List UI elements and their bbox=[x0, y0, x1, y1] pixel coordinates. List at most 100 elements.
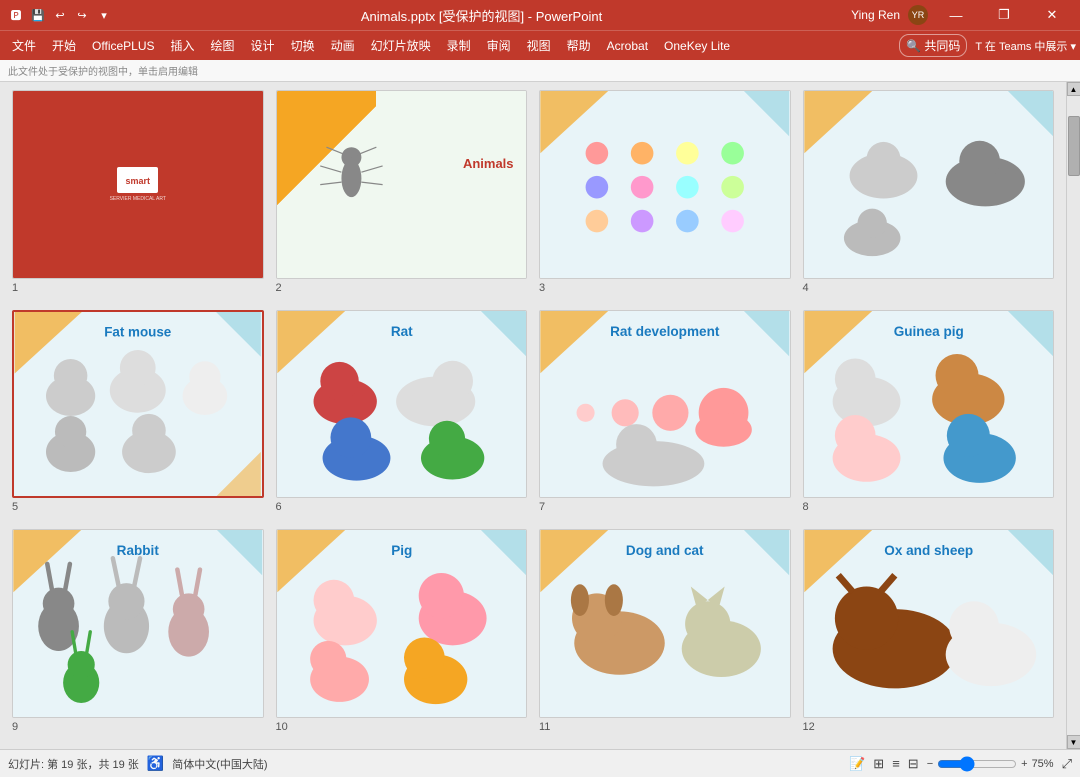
menu-file[interactable]: 文件 bbox=[4, 33, 44, 58]
menu-acrobat[interactable]: Acrobat bbox=[599, 35, 656, 57]
slide-thumb-11[interactable]: Dog and cat bbox=[539, 529, 791, 718]
menu-animations[interactable]: 动画 bbox=[323, 33, 363, 58]
slide-num-2: 2 bbox=[276, 282, 528, 294]
title-bar-left: 🅿 💾 ↩ ↪ ▾ bbox=[8, 7, 112, 23]
slide-thumb-5[interactable]: Fat mouse bbox=[12, 310, 264, 499]
svg-text:Dog and cat: Dog and cat bbox=[626, 543, 704, 558]
menu-help[interactable]: 帮助 bbox=[559, 33, 599, 58]
zoom-level: 75% bbox=[1032, 758, 1054, 770]
slide-item-5: Fat mouse bbox=[12, 310, 264, 514]
slide-thumb-12[interactable]: Ox and sheep bbox=[803, 529, 1055, 718]
zoom-slider[interactable] bbox=[937, 756, 1017, 772]
minimize-button[interactable]: — bbox=[936, 0, 976, 30]
slides-panel[interactable]: smart SERVIER MEDICAL ART 1 bbox=[0, 82, 1066, 749]
status-right: 📝 ⊞ ≡ ⊟ − + 75% ⤢ bbox=[849, 756, 1072, 772]
close-button[interactable]: ✕ bbox=[1032, 0, 1072, 30]
slide-num-8: 8 bbox=[803, 501, 1055, 513]
fit-slide-button[interactable]: ⤢ bbox=[1062, 756, 1072, 772]
slide-thumb-6[interactable]: Rat bbox=[276, 310, 528, 499]
slide-item-4: 4 bbox=[803, 90, 1055, 294]
svg-text:Rat development: Rat development bbox=[610, 324, 720, 339]
slide-thumb-10[interactable]: Pig bbox=[276, 529, 528, 718]
window-title: Animals.pptx [受保护的视图] - PowerPoint bbox=[112, 6, 851, 25]
svg-text:Ox and sheep: Ox and sheep bbox=[884, 543, 973, 558]
title-bar-right: Ying Ren YR — ❐ ✕ bbox=[851, 0, 1072, 30]
menu-insert[interactable]: 插入 bbox=[163, 33, 203, 58]
search-icon[interactable]: 🔍 共同码 bbox=[899, 34, 967, 57]
save-icon[interactable]: 💾 bbox=[30, 7, 46, 23]
undo-icon[interactable]: ↩ bbox=[52, 7, 68, 23]
scroll-track bbox=[1067, 96, 1080, 735]
menu-draw[interactable]: 绘图 bbox=[203, 33, 243, 58]
menu-view[interactable]: 视图 bbox=[519, 33, 559, 58]
svg-text:Rat: Rat bbox=[390, 324, 412, 339]
scrollbar[interactable]: ▲ ▼ bbox=[1066, 82, 1080, 749]
zoom-control: − + 75% bbox=[927, 756, 1054, 772]
redo-icon[interactable]: ↪ bbox=[74, 7, 90, 23]
powerpoint-icon: 🅿 bbox=[8, 7, 24, 23]
menu-home[interactable]: 开始 bbox=[44, 33, 84, 58]
slide-num-3: 3 bbox=[539, 282, 791, 294]
restore-button[interactable]: ❐ bbox=[984, 0, 1024, 30]
slides-grid: smart SERVIER MEDICAL ART 1 bbox=[12, 90, 1054, 749]
slide-item-1: smart SERVIER MEDICAL ART 1 bbox=[12, 90, 264, 294]
slide-num-12: 12 bbox=[803, 721, 1055, 733]
slide-info: 幻灯片: 第 19 张，共 19 张 bbox=[8, 756, 139, 772]
view-slide-sorter-button[interactable]: ⊟ bbox=[908, 756, 919, 772]
accessibility-icon: ♿ bbox=[147, 755, 164, 772]
slide-item-2: Animals 2 bbox=[276, 90, 528, 294]
menu-officeplus[interactable]: OfficePLUS bbox=[84, 35, 162, 57]
ribbon-placeholder: 此文件处于受保护的视图中，单击启用编辑 bbox=[8, 63, 198, 78]
zoom-in-button[interactable]: + bbox=[1021, 758, 1027, 770]
view-normal-button[interactable]: ⊞ bbox=[873, 756, 884, 772]
slide-thumb-3[interactable] bbox=[539, 90, 791, 279]
customize-icon[interactable]: ▾ bbox=[96, 7, 112, 23]
slide-item-9: Rabbit bbox=[12, 529, 264, 733]
slide-num-10: 10 bbox=[276, 721, 528, 733]
menu-transitions[interactable]: 切换 bbox=[283, 33, 323, 58]
user-avatar[interactable]: YR bbox=[908, 5, 928, 25]
slide-num-6: 6 bbox=[276, 501, 528, 513]
slide-num-4: 4 bbox=[803, 282, 1055, 294]
slide-num-11: 11 bbox=[539, 721, 791, 733]
slide-thumb-1[interactable]: smart SERVIER MEDICAL ART bbox=[12, 90, 264, 279]
svg-text:Fat mouse: Fat mouse bbox=[104, 324, 171, 339]
menu-review[interactable]: 审阅 bbox=[479, 33, 519, 58]
main-area: smart SERVIER MEDICAL ART 1 bbox=[0, 82, 1080, 749]
user-name: Ying Ren bbox=[851, 8, 900, 22]
slide-num-7: 7 bbox=[539, 501, 791, 513]
title-bar: 🅿 💾 ↩ ↪ ▾ Animals.pptx [受保护的视图] - PowerP… bbox=[0, 0, 1080, 30]
slide-num-5: 5 bbox=[12, 501, 264, 513]
svg-text:Guinea pig: Guinea pig bbox=[893, 324, 963, 339]
slide-thumb-8[interactable]: Guinea pig bbox=[803, 310, 1055, 499]
status-bar: 幻灯片: 第 19 张，共 19 张 ♿ 简体中文(中国大陆) 📝 ⊞ ≡ ⊟ … bbox=[0, 749, 1080, 777]
view-outline-button[interactable]: ≡ bbox=[892, 756, 900, 771]
menu-design[interactable]: 设计 bbox=[243, 33, 283, 58]
ribbon: 此文件处于受保护的视图中，单击启用编辑 bbox=[0, 60, 1080, 82]
slide-thumb-4[interactable] bbox=[803, 90, 1055, 279]
slide-num-9: 9 bbox=[12, 721, 264, 733]
slide-item-8: Guinea pig 8 bbox=[803, 310, 1055, 514]
teams-button[interactable]: T 在 Teams 中展示 ▾ bbox=[975, 38, 1076, 54]
slide-thumb-9[interactable]: Rabbit bbox=[12, 529, 264, 718]
zoom-out-button[interactable]: − bbox=[927, 758, 933, 770]
slide-item-7: Rat development 7 bbox=[539, 310, 791, 514]
notes-button[interactable]: 📝 bbox=[849, 756, 865, 772]
svg-text:Rabbit: Rabbit bbox=[117, 543, 160, 558]
language: 简体中文(中国大陆) bbox=[172, 756, 267, 772]
slide-item-12: Ox and sheep 12 bbox=[803, 529, 1055, 733]
menu-onekey[interactable]: OneKey Lite bbox=[656, 35, 738, 57]
scroll-thumb[interactable] bbox=[1068, 116, 1080, 176]
menu-slideshow[interactable]: 幻灯片放映 bbox=[363, 33, 439, 58]
slide-item-6: Rat 6 bbox=[276, 310, 528, 514]
slide-item-3: 3 bbox=[539, 90, 791, 294]
scroll-up-button[interactable]: ▲ bbox=[1067, 82, 1080, 96]
slide-thumb-7[interactable]: Rat development bbox=[539, 310, 791, 499]
scroll-down-button[interactable]: ▼ bbox=[1067, 735, 1080, 749]
slide-num-1: 1 bbox=[12, 282, 264, 294]
slide-item-10: Pig 10 bbox=[276, 529, 528, 733]
slide-thumb-2[interactable]: Animals bbox=[276, 90, 528, 279]
svg-text:Pig: Pig bbox=[391, 543, 412, 558]
menu-record[interactable]: 录制 bbox=[439, 33, 479, 58]
slide-item-11: Dog and cat bbox=[539, 529, 791, 733]
